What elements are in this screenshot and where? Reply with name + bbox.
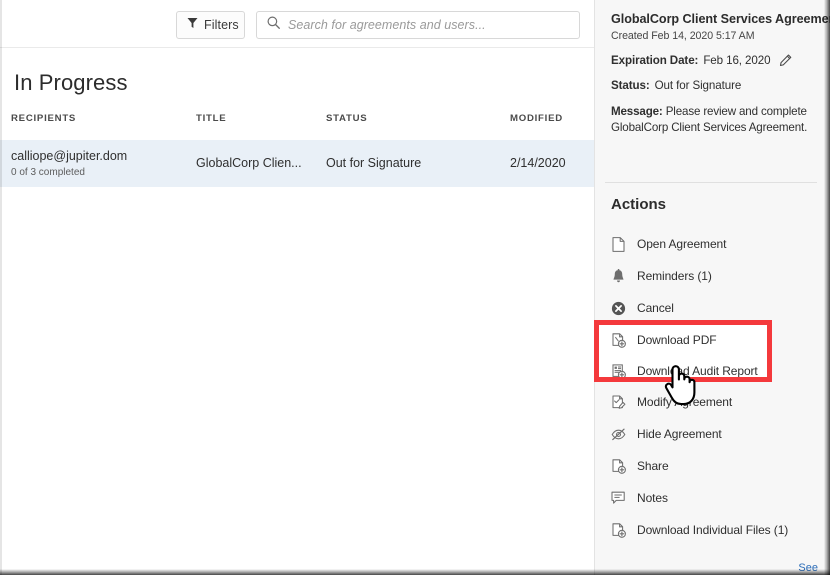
- action-download-individual-files[interactable]: Download Individual Files (1): [595, 514, 827, 546]
- message-row: Message: Please review and complete Glob…: [611, 104, 813, 136]
- action-modify-agreement[interactable]: Modify Agreement: [595, 386, 827, 418]
- message-label: Message:: [611, 105, 663, 118]
- cancel-circle-icon: [611, 301, 626, 316]
- document-add-icon: [611, 458, 626, 474]
- agreement-title: GlobalCorp Client Services Agreement: [611, 12, 830, 26]
- document-download-icon: [611, 332, 626, 348]
- action-label: Download Audit Report: [637, 364, 758, 378]
- action-reminders[interactable]: Reminders (1): [595, 260, 827, 292]
- expiration-date-row: Expiration Date: Feb 16, 2020: [611, 54, 813, 67]
- see-all-link[interactable]: See: [798, 562, 818, 574]
- action-share[interactable]: Share: [595, 450, 827, 482]
- status-row: Status: Out for Signature: [611, 79, 813, 92]
- action-label: Download PDF: [637, 333, 717, 347]
- expiration-date-label: Expiration Date:: [611, 54, 699, 67]
- created-timestamp: Created Feb 14, 2020 5:17 AM: [611, 30, 755, 42]
- action-label: Download Individual Files (1): [637, 523, 789, 537]
- action-label: Hide Agreement: [637, 427, 722, 441]
- speech-bubble-icon: [611, 491, 626, 506]
- search-placeholder: Search for agreements and users...: [288, 18, 486, 32]
- action-label: Open Agreement: [637, 237, 727, 251]
- expiration-date-value: Feb 16, 2020: [703, 54, 771, 67]
- action-label: Modify Agreement: [637, 395, 733, 409]
- document-icon: [611, 236, 626, 252]
- detail-header: GlobalCorp Client Services Agreement Cre…: [595, 0, 830, 136]
- report-download-icon: [611, 363, 626, 379]
- action-download-audit-report[interactable]: Download Audit Report: [595, 355, 827, 387]
- search-input[interactable]: Search for agreements and users...: [256, 11, 580, 39]
- list-toolbar: Filters Search for agreements and users.…: [0, 0, 594, 48]
- table-row[interactable]: calliope@jupiter.dom 0 of 3 completed Gl…: [0, 140, 594, 187]
- action-cancel[interactable]: Cancel: [595, 292, 827, 324]
- document-edit-icon: [611, 394, 626, 410]
- row-modified: 2/14/2020: [510, 156, 566, 170]
- column-header-title[interactable]: TITLE: [196, 113, 226, 124]
- actions-heading: Actions: [611, 196, 667, 213]
- document-add-icon: [611, 522, 626, 538]
- agreements-list-pane: Filters Search for agreements and users.…: [0, 0, 594, 575]
- action-open-agreement[interactable]: Open Agreement: [595, 228, 827, 260]
- action-label: Share: [637, 459, 669, 473]
- page-title: In Progress: [14, 70, 128, 95]
- application-window: Filters Search for agreements and users.…: [0, 0, 830, 575]
- action-download-pdf[interactable]: Download PDF: [595, 324, 827, 356]
- column-header-modified[interactable]: MODIFIED: [510, 113, 563, 124]
- row-status: Out for Signature: [326, 156, 422, 170]
- row-title: GlobalCorp Clien...: [196, 156, 302, 170]
- agreement-detail-pane: GlobalCorp Client Services Agreement Cre…: [594, 0, 830, 575]
- action-hide-agreement[interactable]: Hide Agreement: [595, 418, 827, 450]
- filters-button[interactable]: Filters: [176, 11, 245, 39]
- bell-icon: [611, 268, 626, 284]
- action-label: Reminders (1): [637, 269, 712, 283]
- filters-label: Filters: [204, 18, 239, 32]
- pencil-icon[interactable]: [779, 54, 792, 67]
- row-recipient: calliope@jupiter.dom: [11, 149, 128, 163]
- section-divider: [605, 182, 817, 183]
- search-icon: [267, 16, 280, 34]
- column-header-recipients[interactable]: RECIPIENTS: [11, 113, 76, 124]
- action-label: Notes: [637, 491, 668, 505]
- column-header-status[interactable]: STATUS: [326, 113, 367, 124]
- eye-slash-icon: [611, 427, 626, 442]
- action-notes[interactable]: Notes: [595, 482, 827, 514]
- status-badge: Out for Signature: [654, 79, 742, 92]
- action-label: Cancel: [637, 301, 674, 315]
- table-header-row: RECIPIENTS TITLE STATUS MODIFIED: [0, 113, 594, 140]
- funnel-icon: [187, 16, 198, 34]
- status-label: Status:: [611, 79, 650, 92]
- row-progress: 0 of 3 completed: [11, 167, 85, 178]
